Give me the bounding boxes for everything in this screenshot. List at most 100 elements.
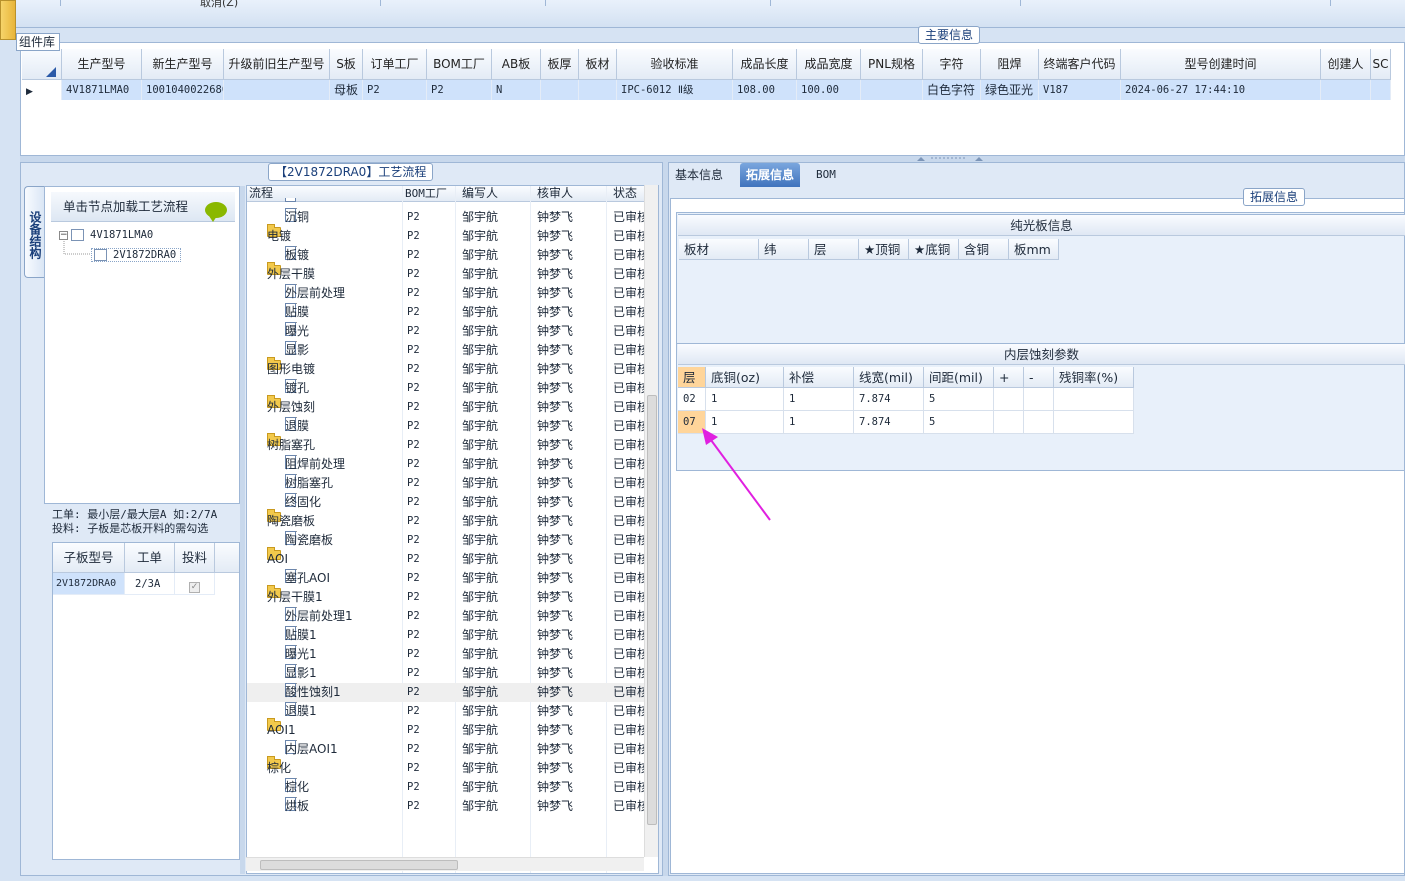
column-header[interactable]: 验收标准 xyxy=(617,49,733,80)
column-header[interactable]: 型号创建时间 xyxy=(1121,49,1321,80)
cell[interactable]: P2 xyxy=(427,80,492,100)
scrollbar-thumb[interactable] xyxy=(647,395,657,825)
column-header[interactable]: 纬 xyxy=(759,239,809,260)
cell[interactable]: 母板 xyxy=(330,80,363,100)
process-row[interactable]: 显影 P2 邹宇航 钟梦飞 已审核 xyxy=(247,341,645,360)
column-header[interactable]: 板材 xyxy=(679,239,759,260)
param-cell[interactable] xyxy=(994,388,1024,411)
column-header[interactable]: 板mm xyxy=(1009,239,1059,260)
param-cell[interactable]: 7.874 xyxy=(854,411,924,434)
cell[interactable] xyxy=(541,80,579,100)
column-header[interactable]: - xyxy=(1024,367,1054,388)
tab-device-structure[interactable]: 设备结构 xyxy=(24,186,44,278)
column-header[interactable]: SC xyxy=(1371,49,1391,80)
param-cell[interactable]: 5 xyxy=(924,388,994,411)
param-cell[interactable]: 1 xyxy=(784,388,854,411)
column-header[interactable]: 板厚 xyxy=(541,49,579,80)
process-row[interactable]: 贴膜 P2 邹宇航 钟梦飞 已审核 xyxy=(247,303,645,322)
cancel-button[interactable]: 取消(Z) xyxy=(200,0,238,10)
process-row[interactable]: −棕化P2邹宇航钟梦飞已审核 xyxy=(247,756,645,778)
cell[interactable] xyxy=(861,80,923,100)
column-header[interactable]: 含铜 xyxy=(959,239,1009,260)
cell[interactable]: V187 xyxy=(1039,80,1121,100)
cell[interactable] xyxy=(1321,80,1371,100)
param-cell[interactable] xyxy=(1054,411,1134,434)
column-header[interactable]: AB板 xyxy=(492,49,541,80)
cell[interactable]: 10010400226807 xyxy=(142,80,224,100)
process-row[interactable]: 酸性蚀刻1 P2 邹宇航 钟梦飞 已审核 xyxy=(247,683,645,702)
process-row[interactable]: 退膜1 P2 邹宇航 钟梦飞 已审核 xyxy=(247,702,645,721)
column-header[interactable]: 工单 xyxy=(125,543,175,573)
column-header[interactable]: 层 xyxy=(678,367,706,388)
process-row[interactable]: 内层AOI1 P2 邹宇航 钟梦飞 已审核 xyxy=(247,740,645,759)
process-row[interactable]: 陶瓷磨板 P2 邹宇航 钟梦飞 已审核 xyxy=(247,531,645,550)
column-header[interactable]: 补偿 xyxy=(784,367,854,388)
column-header[interactable]: 子板型号 xyxy=(53,543,125,573)
param-cell[interactable] xyxy=(1024,388,1054,411)
column-header[interactable]: S板 xyxy=(330,49,363,80)
column-header[interactable]: 字符 xyxy=(923,49,981,80)
column-header[interactable]: 成品宽度 xyxy=(797,49,861,80)
sub-model-cell[interactable]: 2V1872DRA0 xyxy=(53,573,125,595)
column-header[interactable]: PNL规格 xyxy=(861,49,923,80)
column-header[interactable]: 创建人 xyxy=(1321,49,1371,80)
cell[interactable]: 绿色亚光 xyxy=(981,80,1039,100)
process-row[interactable]: 阻焊前处理 P2 邹宇航 钟梦飞 已审核 xyxy=(247,455,645,474)
column-header[interactable]: 生产型号 xyxy=(62,49,142,80)
process-row[interactable]: 曝光1 P2 邹宇航 钟梦飞 已审核 xyxy=(247,645,645,664)
process-row[interactable]: 烘板 P2 邹宇航 钟梦飞 已审核 xyxy=(247,797,645,816)
cell[interactable]: P2 xyxy=(363,80,427,100)
vertical-splitter[interactable] xyxy=(240,186,245,874)
param-cell[interactable]: 5 xyxy=(924,411,994,434)
column-header[interactable]: 板材 xyxy=(579,49,617,80)
column-header[interactable]: 终端客户代码 xyxy=(1039,49,1121,80)
cell[interactable]: 100.00 xyxy=(797,80,861,100)
sub-order-cell[interactable]: 2/3A xyxy=(125,573,175,595)
param-cell[interactable]: 1 xyxy=(706,388,784,411)
collapse-icon[interactable]: − xyxy=(59,231,68,240)
process-row[interactable]: 外层前处理 P2 邹宇航 钟梦飞 已审核 xyxy=(247,284,645,303)
column-header[interactable]: 底铜(oz) xyxy=(706,367,784,388)
process-row[interactable]: 终固化 P2 邹宇航 钟梦飞 已审核 xyxy=(247,493,645,512)
column-header[interactable]: 升级前旧生产型号 xyxy=(224,49,330,80)
vertical-scrollbar[interactable] xyxy=(644,185,658,857)
column-header[interactable]: 投料 xyxy=(175,543,215,573)
layer-cell[interactable]: 07 xyxy=(678,411,706,434)
param-cell[interactable]: 1 xyxy=(784,411,854,434)
column-header[interactable]: 残铜率(%) xyxy=(1054,367,1134,388)
cell[interactable]: 108.00 xyxy=(733,80,797,100)
process-row[interactable]: −AOI1P2邹宇航钟梦飞已审核 xyxy=(247,718,645,740)
process-row[interactable]: 曝光 P2 邹宇航 钟梦飞 已审核 xyxy=(247,322,645,341)
tab-bom[interactable]: BOM xyxy=(810,163,842,187)
param-cell[interactable] xyxy=(994,411,1024,434)
cell[interactable] xyxy=(1371,80,1391,100)
param-cell[interactable]: 7.874 xyxy=(854,388,924,411)
row-header-corner[interactable] xyxy=(22,49,62,80)
scrollbar-thumb[interactable] xyxy=(260,860,458,870)
cell[interactable] xyxy=(579,80,617,100)
process-row[interactable]: −外层干膜1P2邹宇航钟梦飞已审核 xyxy=(247,585,645,607)
cell[interactable]: 4V1871LMA0 xyxy=(62,80,142,100)
row-selector[interactable]: ▶ xyxy=(22,80,62,100)
process-row[interactable]: −外层蚀刻P2邹宇航钟梦飞已审核 xyxy=(247,395,645,417)
column-header[interactable]: 线宽(mil) xyxy=(854,367,924,388)
cell[interactable]: IPC-6012 Ⅱ级 xyxy=(617,80,733,100)
process-row[interactable]: 沉铜 P2 邹宇航 钟梦飞 已审核 xyxy=(247,208,645,227)
column-header[interactable]: + xyxy=(994,367,1024,388)
feed-checkbox[interactable]: ✓ xyxy=(189,582,200,593)
cell[interactable]: N xyxy=(492,80,541,100)
process-row[interactable]: 板镀 P2 邹宇航 钟梦飞 已审核 xyxy=(247,246,645,265)
tree-node-root[interactable]: − 4V1871LMA0 xyxy=(59,229,153,241)
process-row[interactable]: 塞孔AOI P2 邹宇航 钟梦飞 已审核 xyxy=(247,569,645,588)
tab-extended-info[interactable]: 拓展信息 xyxy=(740,163,801,187)
column-header[interactable]: 层 xyxy=(809,239,859,260)
column-header[interactable]: ★顶铜 xyxy=(859,239,909,260)
process-row[interactable]: 棕化 P2 邹宇航 钟梦飞 已审核 xyxy=(247,778,645,797)
tab-basic-info[interactable]: 基本信息 xyxy=(669,163,729,187)
process-row[interactable]: −外层干膜P2邹宇航钟梦飞已审核 xyxy=(247,262,645,284)
process-row[interactable]: −陶瓷磨板P2邹宇航钟梦飞已审核 xyxy=(247,509,645,531)
process-row[interactable]: 退膜 P2 邹宇航 钟梦飞 已审核 xyxy=(247,417,645,436)
param-cell[interactable] xyxy=(1024,411,1054,434)
cell[interactable] xyxy=(224,80,330,100)
column-header[interactable]: 间距(mil) xyxy=(924,367,994,388)
